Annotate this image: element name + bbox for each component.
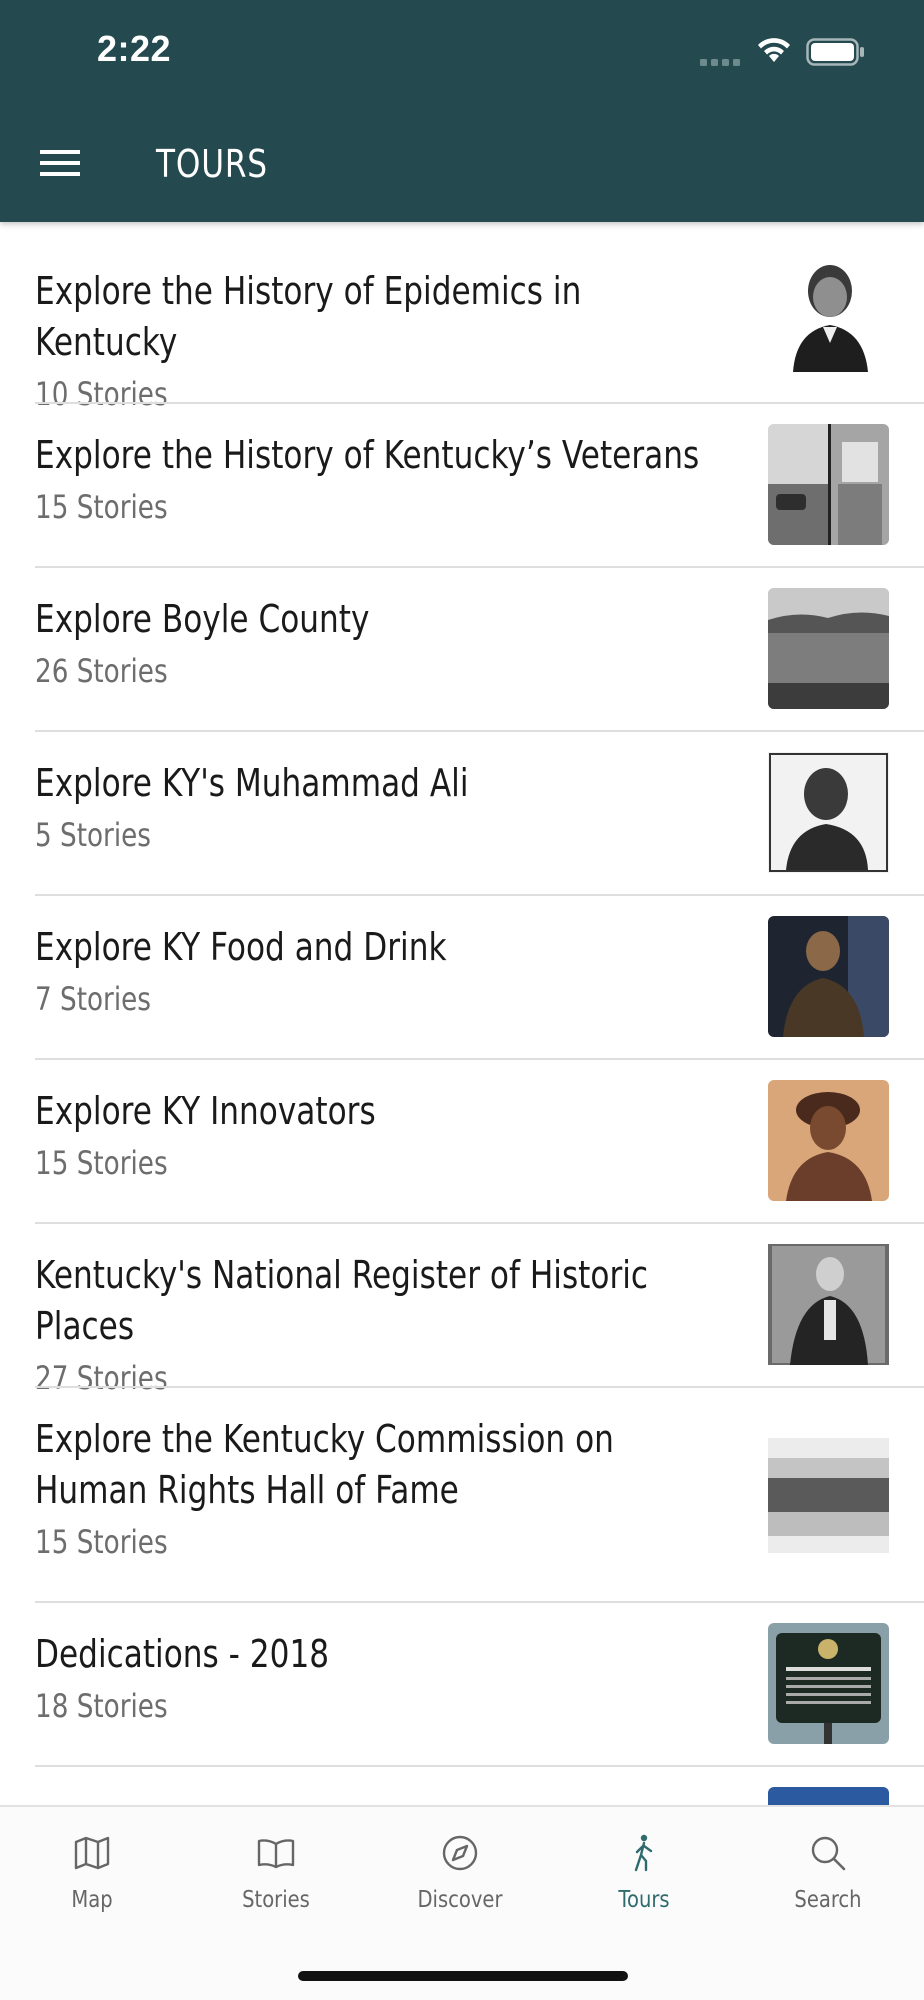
tour-thumbnail-image: [768, 1244, 889, 1365]
tab-discover[interactable]: Discover: [368, 1807, 552, 1927]
wifi-icon: [758, 38, 790, 62]
tour-story-count: 15 Stories: [35, 1144, 168, 1182]
tour-item-boyle-county[interactable]: Explore Boyle County 26 Stories: [0, 568, 924, 732]
tab-label: Discover: [417, 1887, 503, 1913]
tour-title: Explore KY Food and Drink: [35, 925, 447, 969]
tab-stories[interactable]: Stories: [184, 1807, 368, 1927]
tour-title: Dedications - 2018: [35, 1632, 330, 1676]
tab-label: Search: [794, 1887, 862, 1913]
compass-icon: [442, 1835, 478, 1871]
tour-thumbnail-image: [768, 916, 889, 1037]
tours-list: Explore the History of Epidemics in Kent…: [0, 222, 924, 1805]
tour-thumbnail-image: [768, 1438, 889, 1553]
tab-search[interactable]: Search: [736, 1807, 920, 1927]
tour-item-muhammad-ali[interactable]: Explore KY's Muhammad Ali 5 Stories: [0, 732, 924, 896]
tour-title: Explore the History of Epidemics in Kent…: [35, 269, 582, 364]
book-icon: [257, 1839, 295, 1869]
tour-story-count: 15 Stories: [35, 488, 168, 526]
tour-item-innovators[interactable]: Explore KY Innovators 15 Stories: [0, 1060, 924, 1224]
tour-story-count: 26 Stories: [35, 652, 168, 690]
home-indicator: [298, 1971, 628, 1981]
tab-map[interactable]: Map: [0, 1807, 184, 1927]
tour-title: Explore KY's Muhammad Ali: [35, 761, 469, 805]
cellular-signal-icon: [700, 59, 740, 66]
tour-title: Explore KY Innovators: [35, 1089, 376, 1133]
tab-label: Tours: [618, 1887, 670, 1913]
tour-story-count: 15 Stories: [35, 1523, 168, 1561]
tour-thumbnail-image: [768, 1623, 889, 1744]
tour-item-veterans[interactable]: Explore the History of Kentucky’s Vetera…: [0, 404, 924, 568]
tab-tours[interactable]: Tours: [552, 1807, 736, 1927]
tour-title: Explore the Kentucky Commission on Human…: [35, 1417, 614, 1512]
tour-story-count: 18 Stories: [35, 1687, 168, 1725]
tour-item-human-rights[interactable]: Explore the Kentucky Commission on Human…: [0, 1388, 924, 1603]
page-title: TOURS: [156, 142, 268, 186]
search-icon: [811, 1836, 846, 1871]
tab-label: Stories: [242, 1887, 310, 1913]
tour-item-partial[interactable]: [0, 1767, 924, 1805]
tab-label: Map: [71, 1887, 113, 1913]
tour-item-food-drink[interactable]: Explore KY Food and Drink 7 Stories: [0, 896, 924, 1060]
tour-title: Explore Boyle County: [35, 597, 370, 641]
tour-thumbnail-image: [768, 1787, 889, 1805]
battery-icon: [806, 38, 864, 66]
map-icon: [74, 1836, 110, 1870]
tour-thumbnail-image: [768, 588, 889, 709]
tour-thumbnail-image: [768, 1080, 889, 1201]
walking-person-icon: [634, 1834, 653, 1872]
tour-item-dedications-2018[interactable]: Dedications - 2018 18 Stories: [0, 1603, 924, 1767]
tour-thumbnail-image: [768, 752, 889, 873]
tour-title: Explore the History of Kentucky’s Vetera…: [35, 433, 700, 477]
tour-item-epidemics[interactable]: Explore the History of Epidemics in Kent…: [0, 222, 924, 413]
tour-title: Kentucky's National Register of Historic…: [35, 1253, 649, 1348]
tour-item-national-register[interactable]: Kentucky's National Register of Historic…: [0, 1224, 924, 1397]
tour-story-count: 7 Stories: [35, 980, 151, 1018]
tour-thumbnail-image: [768, 424, 889, 545]
hamburger-menu-icon[interactable]: [36, 140, 86, 186]
tour-thumbnail-image: [768, 251, 889, 372]
tour-story-count: 5 Stories: [35, 816, 151, 854]
app-header: 2:22 TOURS: [0, 0, 924, 222]
status-time: 2:22: [97, 28, 172, 69]
